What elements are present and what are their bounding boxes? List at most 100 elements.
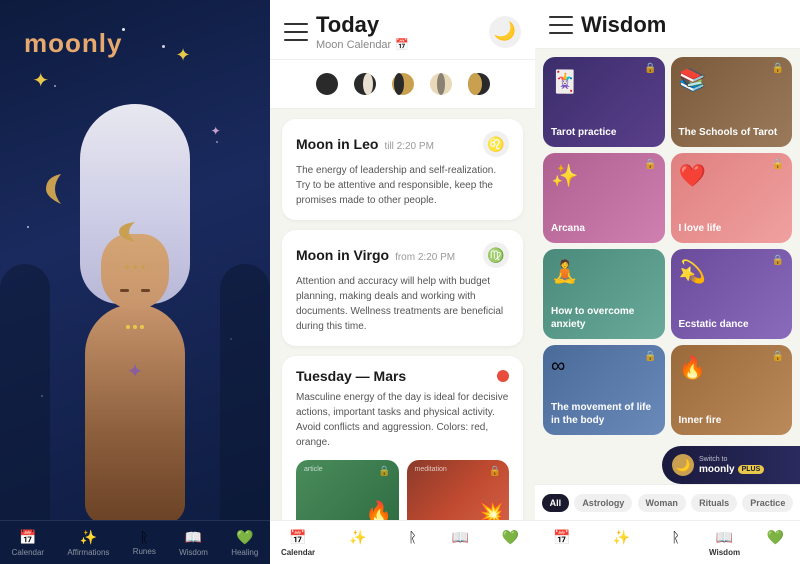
calendar-icon-small: 📅 xyxy=(395,38,409,51)
right-nav-wisdom[interactable]: 📖 Wisdom xyxy=(709,529,740,557)
lock-icon: 🔒 xyxy=(772,63,784,74)
moon-leo-card[interactable]: Moon in Leo till 2:20 PM ♌ The energy of… xyxy=(282,119,523,220)
wisdom-nav-icon: 📖 xyxy=(452,529,469,546)
moonly-plus-banner[interactable]: 🌙 Switch to moonly PLUS xyxy=(662,446,800,484)
ecstatic-card[interactable]: 🔒 💫 Ecstatic dance xyxy=(671,249,793,339)
right-nav-calendar-label: Calendar xyxy=(546,548,578,557)
right-header: Wisdom xyxy=(535,0,800,49)
energy-filling-card[interactable]: article 🔒 Energy filling 🔥 xyxy=(296,460,399,520)
right-nav-affirmations[interactable]: ✨ Affirmations xyxy=(600,529,642,557)
nav-runes[interactable]: ᚱ Runes xyxy=(133,529,156,556)
hamburger-line xyxy=(549,16,573,18)
movement-icon: ∞ xyxy=(551,355,565,378)
mid-nav-affirmations-label: Affirmations xyxy=(337,548,379,557)
character-illustration: ✦ xyxy=(0,184,270,524)
arcana-card[interactable]: 🔒 ✨ Arcana xyxy=(543,153,665,243)
right-panel: Wisdom 🔒 🃏 Tarot practice 🔒 📚 The School… xyxy=(535,0,800,564)
moon-virgo-card[interactable]: Moon in Virgo from 2:20 PM ♍ Attention a… xyxy=(282,230,523,346)
article-label: article xyxy=(304,466,323,473)
middle-panel: Today Moon Calendar 📅 🌙 xyxy=(270,0,535,564)
calendar-icon: 📅 xyxy=(553,529,570,546)
sparkle-decoration: ✦ xyxy=(176,45,191,66)
wisdom-grid: 🔒 🃏 Tarot practice 🔒 📚 The Schools of Ta… xyxy=(543,57,792,435)
tarot-card-icon: 🃏 xyxy=(551,69,578,95)
fury-card[interactable]: meditation 🔒 Fury 💥 xyxy=(407,460,510,520)
right-nav-healing[interactable]: 💚 Healing xyxy=(762,529,789,557)
tuesday-title: Tuesday — Mars xyxy=(296,368,406,384)
filter-astrology[interactable]: Astrology xyxy=(574,494,632,512)
moon-phase-5 xyxy=(465,70,493,98)
leo-body: The energy of leadership and self-realiz… xyxy=(296,163,509,208)
arcana-label: Arcana xyxy=(551,222,657,235)
love-life-card[interactable]: 🔒 ❤️ I love life xyxy=(671,153,793,243)
mid-nav-affirmations[interactable]: ✨ Affirmations xyxy=(337,529,379,557)
plus-badge: PLUS xyxy=(738,465,765,474)
card-header: Moon in Virgo from 2:20 PM ♍ xyxy=(296,242,509,268)
tuesday-header: Tuesday — Mars xyxy=(296,368,509,384)
moon-phase-4 xyxy=(427,70,455,98)
schools-tarot-card[interactable]: 🔒 📚 The Schools of Tarot xyxy=(671,57,793,147)
middle-bottom-nav: 📅 Calendar ✨ Affirmations ᚱ Runes 📖 Wisd… xyxy=(270,520,535,564)
nav-wisdom[interactable]: 📖 Wisdom xyxy=(179,529,208,557)
mars-dot xyxy=(497,370,509,382)
switch-to-label: Switch to xyxy=(699,456,764,463)
mid-nav-runes-label: Runes xyxy=(401,547,424,556)
mid-nav-healing[interactable]: 💚 Healing xyxy=(497,529,524,557)
filter-practice[interactable]: Practice xyxy=(742,494,793,512)
healing-icon: 💚 xyxy=(767,529,784,546)
mid-nav-wisdom-label: Wisdom xyxy=(446,548,475,557)
right-nav-runes[interactable]: ᚱ Runes xyxy=(664,529,687,556)
filter-woman[interactable]: Woman xyxy=(638,494,686,512)
mid-nav-calendar[interactable]: 📅 Calendar xyxy=(281,529,315,557)
right-nav-calendar[interactable]: 📅 Calendar xyxy=(546,529,578,557)
hamburger-line xyxy=(284,23,308,25)
card-title-row: Moon in Leo till 2:20 PM xyxy=(296,136,434,152)
articles-row: article 🔒 Energy filling 🔥 meditation 🔒 … xyxy=(296,460,509,520)
hamburger-line xyxy=(549,32,573,34)
anxiety-card[interactable]: 🧘 How to overcome anxiety xyxy=(543,249,665,339)
middle-content: Moon in Leo till 2:20 PM ♌ The energy of… xyxy=(270,109,535,520)
schools-icon: 📚 xyxy=(679,67,706,93)
tarot-practice-label: Tarot practice xyxy=(551,126,657,139)
middle-title: Today xyxy=(316,12,481,38)
right-filter-row: All Astrology Woman Rituals Practice xyxy=(535,484,800,520)
right-nav-healing-label: Healing xyxy=(762,548,789,557)
filter-rituals[interactable]: Rituals xyxy=(691,494,737,512)
lock-icon: 🔒 xyxy=(378,466,390,477)
card-title: Moon in Virgo xyxy=(296,247,389,263)
mid-nav-runes[interactable]: ᚱ Runes xyxy=(401,529,424,556)
hamburger-button[interactable] xyxy=(284,23,308,41)
sparkle-decoration: ✦ xyxy=(32,68,49,93)
nav-affirmations[interactable]: ✨ Affirmations xyxy=(67,529,109,557)
nav-calendar-label: Calendar xyxy=(12,548,44,557)
right-bottom-nav: 📅 Calendar ✨ Affirmations ᚱ Runes 📖 Wisd… xyxy=(535,520,800,564)
nav-healing[interactable]: 💚 Healing xyxy=(231,529,258,557)
right-hamburger-button[interactable] xyxy=(549,16,573,34)
nav-runes-label: Runes xyxy=(133,547,156,556)
mid-nav-wisdom[interactable]: 📖 Wisdom xyxy=(446,529,475,557)
wisdom-icon: 📖 xyxy=(185,529,202,546)
mid-nav-calendar-label: Calendar xyxy=(281,548,315,557)
runes-icon: ᚱ xyxy=(140,529,148,545)
fire-icon: 🔥 xyxy=(365,500,392,520)
inner-fire-card[interactable]: 🔒 🔥 Inner fire xyxy=(671,345,793,435)
moon-phase-3 xyxy=(389,70,417,98)
hamburger-line xyxy=(284,31,308,33)
anxiety-icon: 🧘 xyxy=(551,259,578,285)
card-time: till 2:20 PM xyxy=(384,141,433,152)
nav-healing-label: Healing xyxy=(231,548,258,557)
healing-icon: 💚 xyxy=(236,529,253,546)
filter-all[interactable]: All xyxy=(542,494,570,512)
healing-nav-icon: 💚 xyxy=(502,529,519,546)
tuesday-mars-card[interactable]: Tuesday — Mars Masculine energy of the d… xyxy=(282,356,523,520)
meditation-label: meditation xyxy=(415,466,447,473)
tarot-practice-card[interactable]: 🔒 🃏 Tarot practice xyxy=(543,57,665,147)
moon-phase-icon: 🌙 xyxy=(489,16,521,48)
logo-text: moonly xyxy=(24,28,122,59)
movement-card[interactable]: 🔒 ∞ The movement of life in the body xyxy=(543,345,665,435)
lock-icon: 🔒 xyxy=(772,159,784,170)
crescent-decoration xyxy=(41,169,81,209)
nav-calendar[interactable]: 📅 Calendar xyxy=(12,529,44,557)
fire-icon: 🔥 xyxy=(679,355,706,381)
love-icon: ❤️ xyxy=(679,163,706,189)
